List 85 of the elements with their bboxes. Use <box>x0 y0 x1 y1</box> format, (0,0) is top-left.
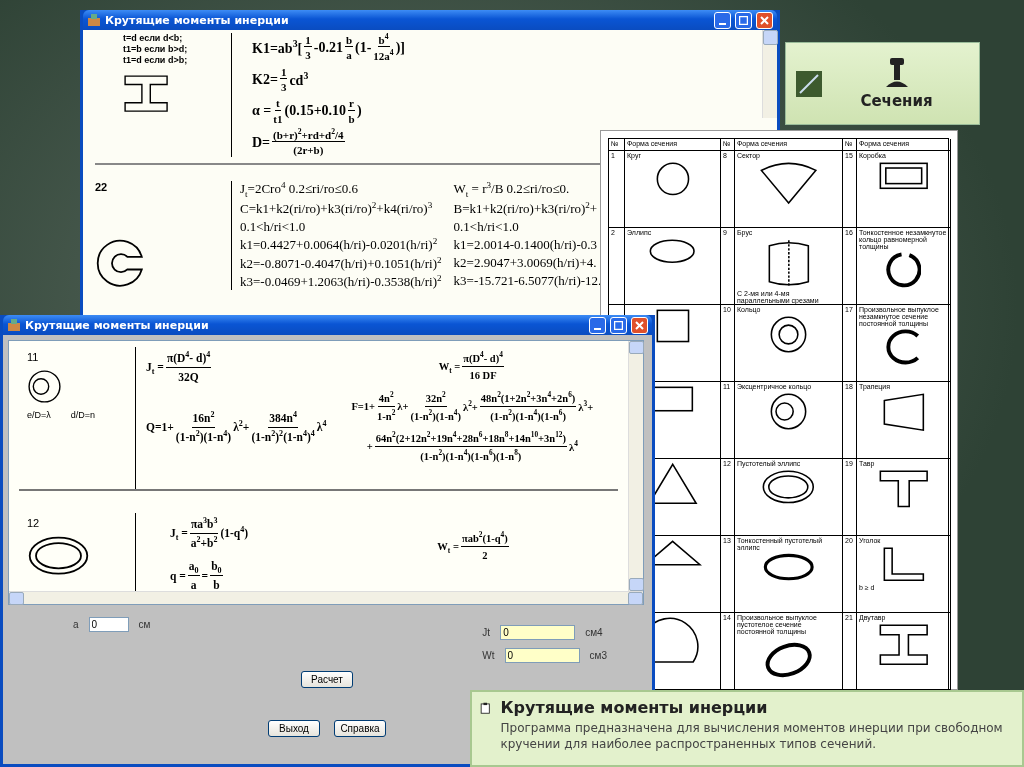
formula: + 64n$^{2}$(2+12n$^{2}$+19n$^{4}$+28n$^{6}$+18n$^{8}$+14n$^{10}$+3n$^{12}$) (1-n$^{2}$)(1-n$^{4}$)(1-n$^{6}$)(1-n$^{8}$) λ$^{4}$ <box>366 431 578 464</box>
condition-text: t1=b если b>d; <box>123 44 189 54</box>
unit-label: см <box>138 619 151 630</box>
formula: D= (b+r)$^{2}$+rd+d$^{2}$/4 (2r+b) <box>252 128 346 158</box>
tee-drawing <box>877 469 930 509</box>
box-drawing <box>877 161 930 191</box>
formula: W$_{t}$ = r$^{3}$/B 0.2≤ri/ro≤0. <box>453 181 571 200</box>
formula: k2=2.9047+3.0069(h/ri)+4. <box>453 255 598 272</box>
maximize-button[interactable] <box>610 316 627 334</box>
formula: B=k1+k2(ri/ro)+k3(ri/ro)$^{2}$+ <box>453 201 599 218</box>
minimize-button[interactable] <box>589 316 606 334</box>
formula: W$_{t}$ = π(D$^{4}$- d)$^{4}$ 16 DF <box>438 351 505 383</box>
sections-tile[interactable]: Сечения <box>785 42 980 125</box>
formula: k3=-15.721-6.5077(h/ri)-12. <box>453 273 602 290</box>
section-number: 11 <box>27 351 40 363</box>
close-button[interactable] <box>756 11 773 29</box>
vertical-scrollbar[interactable] <box>762 30 777 118</box>
horizontal-scrollbar[interactable] <box>9 591 643 604</box>
condition-text: t=d если d<b; <box>123 33 184 43</box>
close-icon <box>760 15 769 25</box>
split-ring-drawing <box>95 238 145 289</box>
ellipse-drawing <box>648 238 697 265</box>
formula: 0.1<h/ri<1.0 <box>240 219 307 236</box>
variable-note: d/D=n <box>70 410 96 420</box>
banner-description: Программа предназначена для вычисления моментов инерции при свободном кручении для наиболее распространенных типов сечений. <box>500 720 1004 752</box>
field-label: a <box>73 619 79 630</box>
unit-label: см3 <box>589 650 607 661</box>
banner-title: Крутящие моменты инерции <box>500 698 769 717</box>
window-title: Крутящие моменты инерции <box>25 318 209 332</box>
eccentric-ring-drawing <box>769 392 808 431</box>
formula: J$_{t}$ = π(D$^{4}$- d)$^{4}$ 32Q <box>146 351 213 385</box>
condition-text: t1=d если d>b; <box>123 55 189 65</box>
close-icon <box>635 320 644 330</box>
formula: C=k1+k2(ri/ro)+k3(ri/ro)$^{2}$+k4(ri/ro)$^{3}$ <box>240 201 434 218</box>
open-shape-drawing <box>886 329 921 365</box>
thin-ellipse-drawing <box>762 553 815 582</box>
minimize-icon <box>594 327 601 330</box>
angle-drawing <box>881 546 926 583</box>
thumbnail-icon <box>796 70 822 97</box>
variable-note: e/D=λ <box>27 410 51 420</box>
i-beam-drawing <box>123 74 170 114</box>
formula: J$_{t}$ = πa$^{3}$b$^{3}$ a$^{2}$+b$^{2}$ (1-q$^{4}$) <box>170 517 250 551</box>
i-beam-drawing <box>877 623 930 667</box>
section-number: 12 <box>27 517 41 529</box>
result-field[interactable]: 0 <box>504 648 580 663</box>
calculate-button[interactable]: Расчет <box>301 671 353 688</box>
maximize-icon <box>739 15 748 25</box>
formula: k3=-0.0469+1.2063(h/ri)-0.3538(h/ri)$^{2}$ <box>240 274 442 291</box>
app-icon <box>87 13 101 27</box>
formula: k1=2.0014-0.1400(h/ri)-0.3 <box>453 237 598 254</box>
vertical-scrollbar[interactable] <box>628 341 643 591</box>
minimize-button[interactable] <box>714 11 731 29</box>
formula: W$_{t}$ = πab$^{2}$(1-q$^{4}$) 2 <box>437 531 510 563</box>
tile-label: Сечения <box>860 91 933 110</box>
formula: q = a$_{0}$ a = b$_{0}$ b <box>170 559 224 591</box>
unit-label: см4 <box>585 627 603 638</box>
maximize-button[interactable] <box>735 11 752 29</box>
eccentric-ring-drawing <box>27 369 62 404</box>
formula: k1=0.4427+0.0064(h/ri)-0.0201(h/ri)$^{2}$ <box>240 237 439 254</box>
rail-icon <box>884 57 909 88</box>
ring-drawing <box>769 315 808 354</box>
formula: Q=1+ 16n$^{2}$ (1-n$^{2}$)(1-n$^{4}$) λ$^{2}$+ 384n$^{4}$ (1-n$^{2}$)$^{2}$(1-n$^{4}$)$^{4}$ λ$^{4}$ <box>146 411 327 446</box>
sector-drawing <box>758 161 819 206</box>
window-title: Крутящие моменты инерции <box>105 13 289 27</box>
formula: F=1+ 4n$^{2}$ 1-n$^{2}$ λ+ 32n$^{2}$ (1-n$^{2}$)(1-n$^{4}$) λ$^{2}$+ 48n$^{2}$(1+2n$^{2}$+3n$^{4}$+2n$^{6}$) (1-n$^{2}$)(1-n$^{4}$)(1-n$^{6}$) λ$^{3}$+ <box>351 390 594 424</box>
dialog-button[interactable]: Выход <box>268 720 320 737</box>
minimize-icon <box>719 22 726 25</box>
section-number: 22 <box>95 181 109 194</box>
formula: J$_{t}$=2Cro$^{4}$ 0.2≤ri/ro≤0.6 <box>240 181 359 200</box>
square-drawing <box>654 308 691 344</box>
close-button[interactable] <box>631 316 648 334</box>
trapezoid-drawing <box>881 392 926 433</box>
hollow-ellipse-drawing <box>27 535 90 577</box>
field-label: Jt <box>482 627 491 638</box>
formula: 0.1<h/ri<1.0 <box>453 219 520 236</box>
input-field[interactable]: 0 <box>88 617 129 632</box>
formula: k2=-0.8071-0.4047(h/ri)+0.1051(h/ri)$^{2}$ <box>240 255 442 273</box>
maximize-icon <box>614 320 623 330</box>
hollow-ellipse-drawing <box>761 469 816 505</box>
result-field[interactable]: 0 <box>500 625 576 640</box>
field-label: Wt <box>482 650 495 661</box>
dialog-button[interactable]: Справка <box>334 720 386 737</box>
circle-drawing <box>654 161 691 197</box>
thin-split-ring-drawing <box>885 252 922 288</box>
app-icon <box>7 318 21 332</box>
